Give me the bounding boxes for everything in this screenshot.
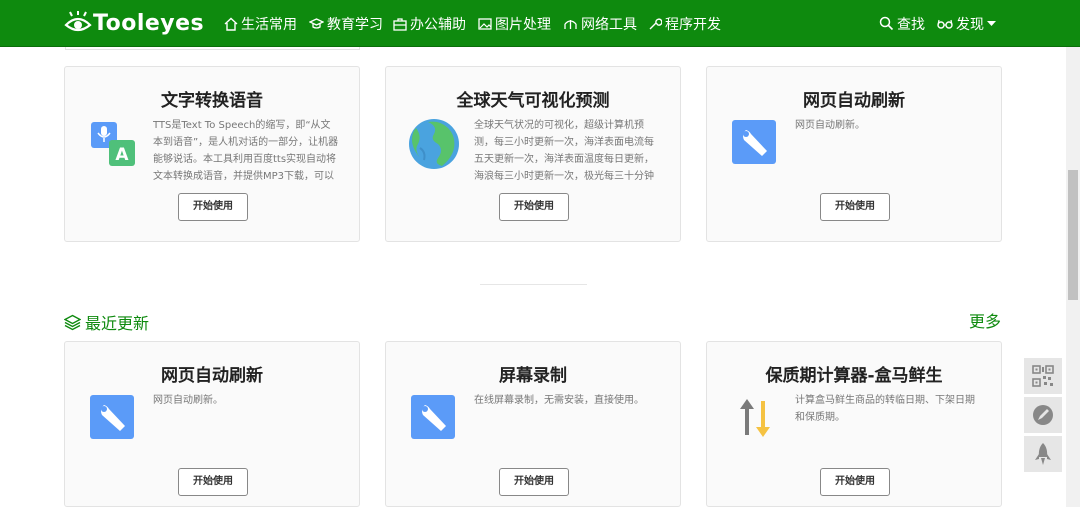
card-edge-remnant — [65, 47, 360, 50]
nav-item-office[interactable]: 办公辅助 — [393, 0, 466, 47]
nav-item-label: 办公辅助 — [410, 16, 466, 33]
image-icon — [478, 17, 492, 30]
pen-circle-icon — [1033, 405, 1053, 425]
start-button[interactable]: 开始使用 — [820, 468, 890, 496]
tool-card-auto-refresh-recent[interactable]: 网页自动刷新 网页自动刷新。 开始使用 — [64, 341, 360, 507]
nav-item-network[interactable]: 网络工具 — [563, 0, 637, 47]
wrench-icon — [90, 395, 134, 439]
home-icon — [224, 17, 238, 31]
glasses-icon — [937, 19, 953, 29]
recent-section-title: 最近更新 — [64, 311, 149, 333]
card-description: 在线屏幕录制，无需安装，直接使用。 — [474, 395, 644, 406]
tool-card-auto-refresh[interactable]: 网页自动刷新 网页自动刷新。 开始使用 — [706, 66, 1002, 242]
discover-dropdown[interactable]: 发现 — [937, 0, 996, 47]
eye-logo-icon — [64, 11, 92, 32]
card-description: 网页自动刷新。 — [153, 395, 223, 406]
wrench-icon — [411, 395, 455, 439]
search-icon — [879, 16, 894, 31]
search-label: 查找 — [897, 16, 925, 33]
card-title: 保质期计算器-盒马鲜生 — [765, 366, 943, 386]
tool-card-shelf-life[interactable]: 保质期计算器-盒马鲜生 计算盒马鲜生商品的转临日期、下架日期和保质期。 开始使用 — [706, 341, 1002, 507]
site-logo[interactable]: Tooleyes — [64, 9, 204, 37]
section-divider — [480, 284, 587, 285]
start-button[interactable]: 开始使用 — [178, 193, 248, 221]
qr-code-icon — [1032, 365, 1054, 387]
card-description: 全球天气状况的可视化，超级计算机预测，每三小时更新一次，海洋表面电流每五天更新一… — [474, 120, 654, 182]
scrollbar-thumb[interactable] — [1068, 170, 1078, 300]
start-button[interactable]: 开始使用 — [499, 193, 569, 221]
card-description: 计算盒马鲜生商品的转临日期、下架日期和保质期。 — [795, 395, 975, 423]
search-link[interactable]: 查找 — [879, 0, 925, 47]
nav-item-dev[interactable]: 程序开发 — [648, 0, 721, 47]
recent-title-text: 最近更新 — [85, 314, 150, 333]
caret-down-icon — [987, 20, 996, 26]
nav-item-label: 图片处理 — [495, 16, 551, 33]
nav-item-label: 网络工具 — [581, 16, 637, 33]
svg-text:A: A — [115, 145, 129, 165]
rocket-icon — [1035, 443, 1051, 465]
back-to-top-button[interactable] — [1024, 436, 1062, 472]
start-button[interactable]: 开始使用 — [499, 468, 569, 496]
start-button[interactable]: 开始使用 — [820, 193, 890, 221]
card-title: 文字转换语音 — [161, 91, 263, 111]
card-title: 网页自动刷新 — [161, 366, 263, 386]
text-to-speech-icon: A — [91, 122, 135, 166]
layers-icon — [64, 314, 81, 330]
logo-text: Tooleyes — [93, 10, 205, 36]
nav-item-education[interactable]: 教育学习 — [309, 0, 383, 47]
nav-item-label: 教育学习 — [327, 16, 383, 33]
tool-card-weather[interactable]: 全球天气可视化预测 全球天气状况的可视化，超级计算机预测，每三小时更新一次，海洋… — [385, 66, 681, 242]
card-title: 网页自动刷新 — [803, 91, 905, 111]
sort-arrows-icon — [740, 399, 770, 437]
briefcase-icon — [393, 17, 407, 31]
card-title: 屏幕录制 — [499, 366, 567, 386]
start-button[interactable]: 开始使用 — [178, 468, 248, 496]
graduation-cap-icon — [309, 17, 324, 29]
nav-item-label: 程序开发 — [665, 16, 721, 33]
globe-icon — [409, 119, 459, 169]
discover-label: 发现 — [956, 16, 984, 33]
card-title: 全球天气可视化预测 — [456, 91, 610, 111]
nav-item-label: 生活常用 — [241, 16, 297, 33]
tool-card-screen-record[interactable]: 屏幕录制 在线屏幕录制，无需安装，直接使用。 开始使用 — [385, 341, 681, 507]
wrench-icon — [649, 17, 662, 29]
qr-code-button[interactable] — [1024, 358, 1062, 394]
network-icon — [564, 19, 577, 29]
nav-item-image[interactable]: 图片处理 — [478, 0, 551, 47]
tool-card-tts[interactable]: 文字转换语音 A TTS是Text To Speech的缩写，即“从文本到语音”… — [64, 66, 360, 242]
card-description: 网页自动刷新。 — [795, 120, 865, 131]
wrench-icon — [732, 120, 776, 164]
more-link[interactable]: 更多 — [969, 311, 1001, 333]
top-navbar: Tooleyes 生活常用 教育学习 办公辅助 图片处理 网络工具 程序开发 查… — [0, 0, 1080, 47]
nav-item-life[interactable]: 生活常用 — [224, 0, 297, 47]
feedback-button[interactable] — [1024, 397, 1062, 433]
card-description: TTS是Text To Speech的缩写，即“从文本到语音”，是人机对话的一部… — [153, 120, 339, 182]
